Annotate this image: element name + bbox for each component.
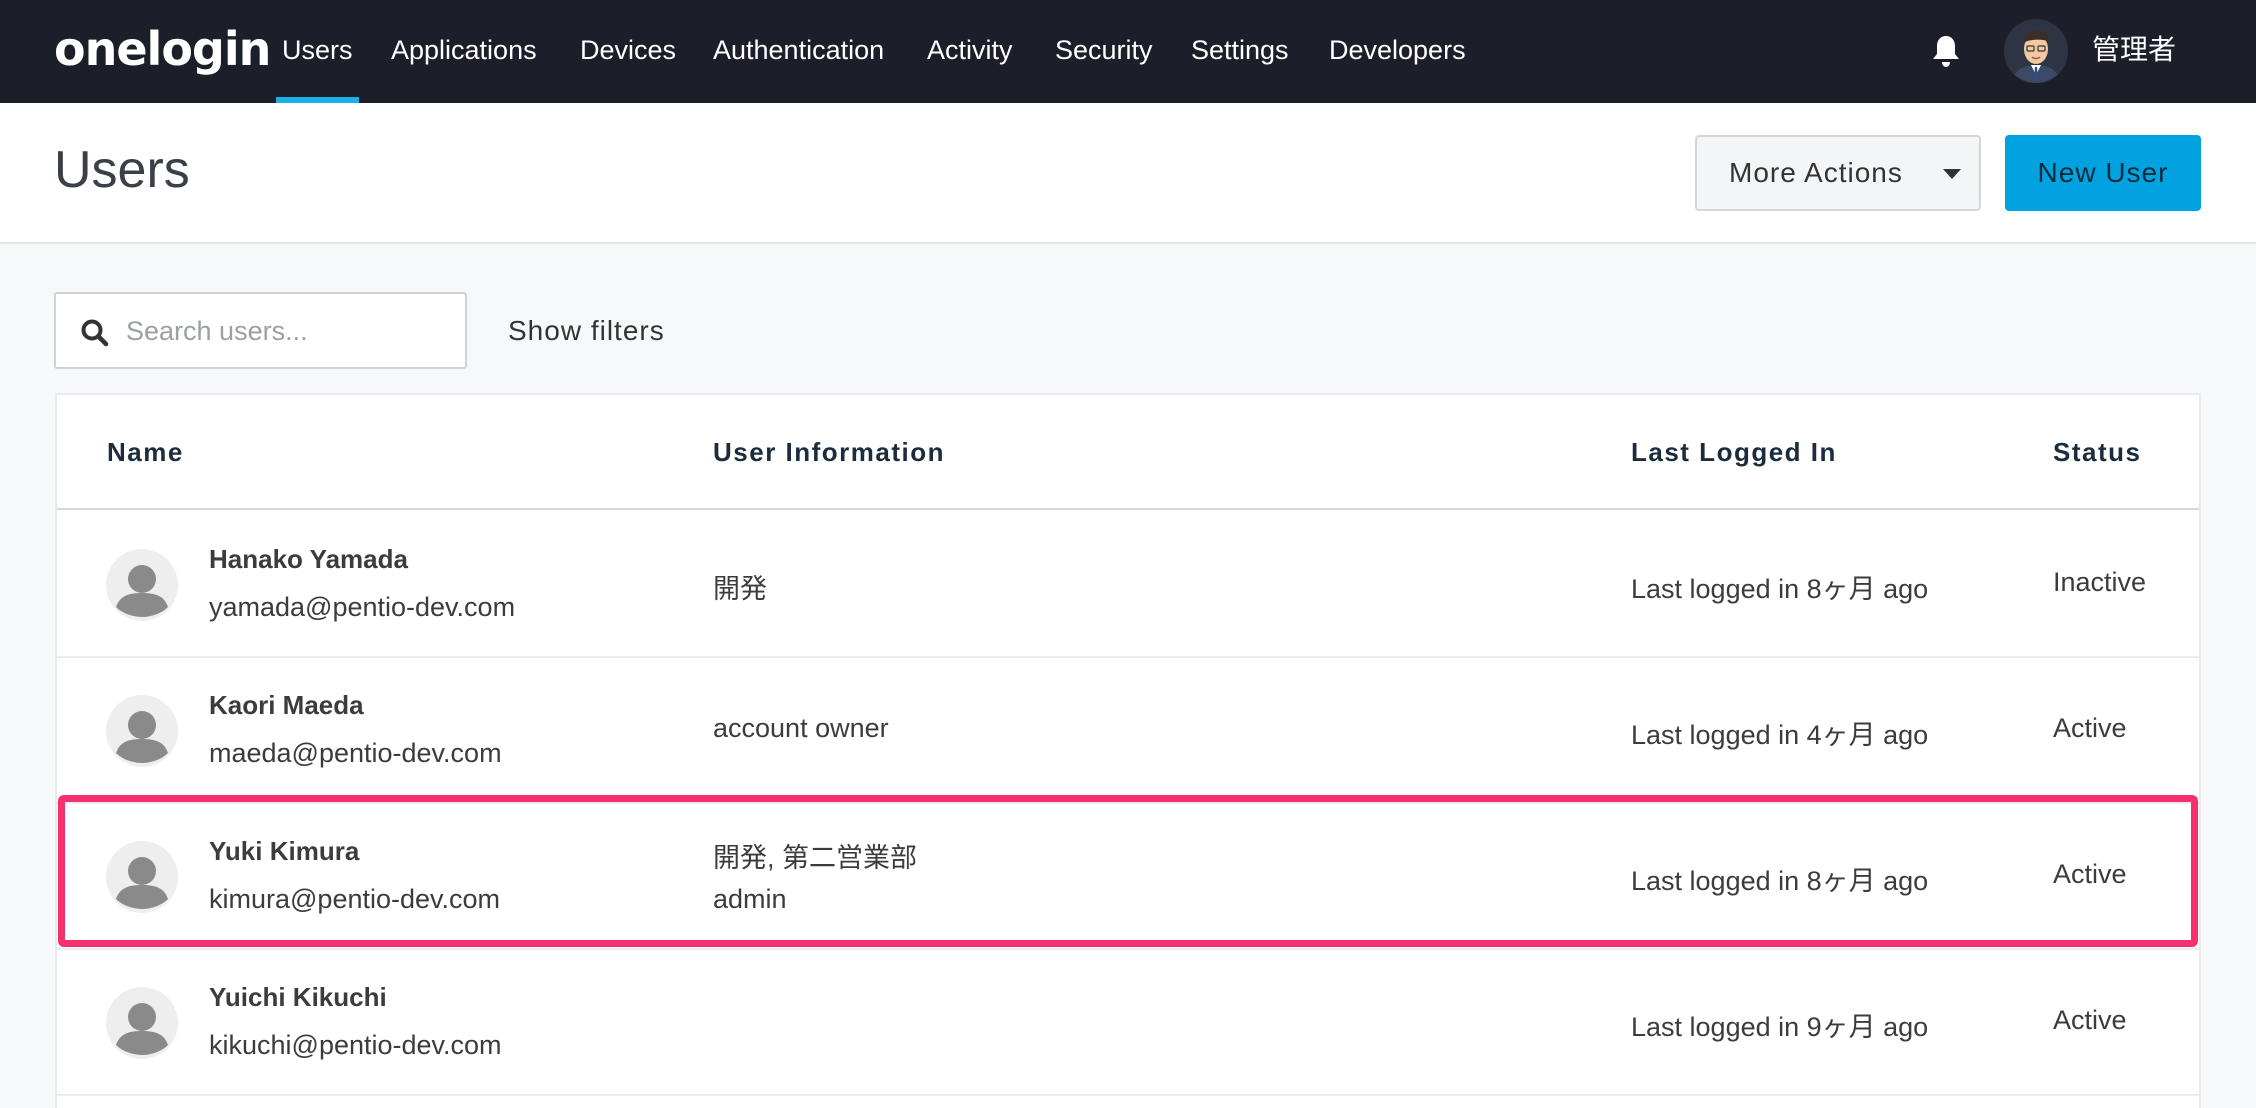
column-header-name[interactable]: Name	[107, 395, 184, 510]
more-actions-label: More Actions	[1729, 157, 1903, 188]
nav-item-developers[interactable]: Developers	[1329, 0, 1466, 103]
user-avatar-icon	[106, 987, 178, 1059]
status-text: Active	[2053, 1005, 2127, 1035]
column-header-status[interactable]: Status	[2053, 395, 2141, 510]
user-email: kikuchi@pentio-dev.com	[209, 1030, 502, 1060]
admin-avatar-illustration	[2004, 19, 2068, 83]
users-table: Name User Information Last Logged In Sta…	[55, 393, 2201, 1108]
user-information: account owner	[713, 713, 889, 743]
onelogin-logo[interactable]: onelogin	[54, 20, 271, 78]
user-information: 開発	[713, 574, 767, 604]
bell-icon[interactable]	[1930, 34, 1962, 68]
new-user-button[interactable]: New User	[2005, 135, 2201, 211]
table-row[interactable]: Kaori Maeda maeda@pentio-dev.com account…	[57, 658, 2199, 804]
user-name: Hanako Yamada	[209, 544, 408, 574]
nav-item-devices[interactable]: Devices	[580, 0, 676, 103]
table-header: Name User Information Last Logged In Sta…	[57, 395, 2199, 510]
user-information-groups: 開発, 第二営業部	[713, 843, 918, 873]
last-logged-in: Last logged in 4ヶ月 ago	[1631, 720, 1929, 750]
column-header-user-information[interactable]: User Information	[713, 395, 945, 510]
table-row[interactable]: Hanako Yamada yamada@pentio-dev.com 開発 L…	[57, 512, 2199, 658]
table-row-selected[interactable]: Yuki Kimura kimura@pentio-dev.com 開発, 第二…	[57, 804, 2199, 950]
user-name: Yuichi Kikuchi	[209, 982, 387, 1012]
top-navigation: onelogin Users Applications Devices Auth…	[0, 0, 2256, 103]
search-box[interactable]	[54, 292, 467, 369]
nav-item-settings[interactable]: Settings	[1191, 0, 1289, 103]
search-icon	[81, 319, 109, 347]
caret-down-icon	[1943, 169, 1961, 179]
user-avatar-icon	[106, 841, 178, 913]
more-actions-button[interactable]: More Actions	[1695, 135, 1981, 211]
nav-item-users[interactable]: Users	[276, 0, 358, 103]
user-name: Kaori Maeda	[209, 690, 364, 720]
last-logged-in: Last logged in 8ヶ月 ago	[1631, 574, 1929, 604]
user-avatar-icon	[106, 549, 178, 621]
page-header: Users More Actions New User	[0, 103, 2256, 244]
status-text: Inactive	[2053, 567, 2147, 597]
nav-item-applications[interactable]: Applications	[391, 0, 537, 103]
last-logged-in: Last logged in 8ヶ月 ago	[1631, 866, 1929, 896]
user-email: maeda@pentio-dev.com	[209, 738, 502, 768]
last-logged-in: Last logged in 9ヶ月 ago	[1631, 1012, 1929, 1042]
page-title: Users	[54, 141, 190, 199]
admin-user-name[interactable]: 管理者	[2092, 0, 2176, 100]
search-input[interactable]	[126, 296, 456, 366]
user-email: kimura@pentio-dev.com	[209, 884, 501, 914]
show-filters-button[interactable]: Show filters	[508, 292, 665, 369]
user-name: Yuki Kimura	[209, 836, 360, 866]
user-information-role: admin	[713, 884, 787, 914]
user-email: yamada@pentio-dev.com	[209, 592, 516, 622]
nav-item-authentication[interactable]: Authentication	[713, 0, 884, 103]
status-text: Active	[2053, 713, 2127, 743]
nav-item-security[interactable]: Security	[1055, 0, 1153, 103]
status-text: Active	[2053, 859, 2127, 889]
user-avatar-icon	[106, 695, 178, 767]
column-header-last-logged-in[interactable]: Last Logged In	[1631, 395, 1837, 510]
nav-item-activity[interactable]: Activity	[927, 0, 1013, 103]
table-row[interactable]: Yuichi Kikuchi kikuchi@pentio-dev.com La…	[57, 950, 2199, 1096]
admin-avatar[interactable]	[2004, 19, 2068, 83]
